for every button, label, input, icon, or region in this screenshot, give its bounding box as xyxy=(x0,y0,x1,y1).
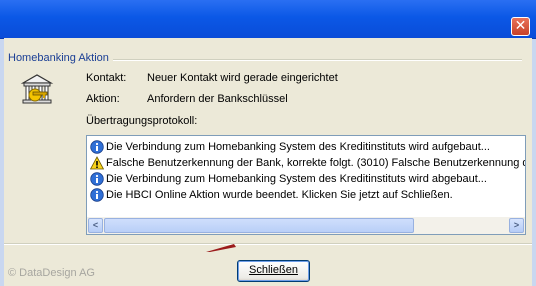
close-button[interactable]: ✕ xyxy=(511,17,530,36)
log-entry: Die Verbindung zum Homebanking System de… xyxy=(90,139,490,155)
info-icon xyxy=(90,188,104,202)
info-icon xyxy=(90,172,104,186)
action-value: Anfordern der Bankschlüssel xyxy=(147,93,288,105)
group-title: Homebanking Aktion xyxy=(8,52,113,64)
warning-icon xyxy=(90,156,104,170)
horizontal-scrollbar[interactable]: < > xyxy=(87,217,525,234)
log-entry-text: Falsche Benutzerkennung der Bank, korrek… xyxy=(106,157,526,169)
copyright-text: © DataDesign AG xyxy=(8,267,95,279)
scrollbar-thumb[interactable] xyxy=(104,218,414,233)
contact-value: Neuer Kontakt wird gerade eingerichtet xyxy=(147,72,338,84)
log-entry-text: Die Verbindung zum Homebanking System de… xyxy=(106,173,487,185)
footer-divider xyxy=(4,243,532,245)
scroll-right-icon[interactable]: > xyxy=(509,218,524,233)
log-entry-text: Die Verbindung zum Homebanking System de… xyxy=(106,141,490,153)
dialog-body: Homebanking Aktion Kontakt: Neuer Kontak… xyxy=(4,38,532,286)
close-dialog-button[interactable]: Schließen xyxy=(237,260,310,282)
contact-label: Kontakt: xyxy=(86,72,127,84)
log-entry-text: Die HBCI Online Aktion wurde beendet. Kl… xyxy=(106,189,453,201)
mouse-cursor-icon xyxy=(206,244,236,252)
title-bar: ✕ xyxy=(0,0,536,39)
log-entry: Die Verbindung zum Homebanking System de… xyxy=(90,171,487,187)
protocol-label: Übertragungsprotokoll: xyxy=(86,115,198,127)
protocol-listbox[interactable]: Die Verbindung zum Homebanking System de… xyxy=(86,135,526,235)
group-divider xyxy=(104,59,522,61)
scroll-left-icon[interactable]: < xyxy=(88,218,103,233)
log-entry: Die HBCI Online Aktion wurde beendet. Kl… xyxy=(90,187,453,203)
info-icon xyxy=(90,140,104,154)
bank-icon xyxy=(20,74,54,104)
action-label: Aktion: xyxy=(86,93,120,105)
log-entry: Falsche Benutzerkennung der Bank, korrek… xyxy=(90,155,526,171)
